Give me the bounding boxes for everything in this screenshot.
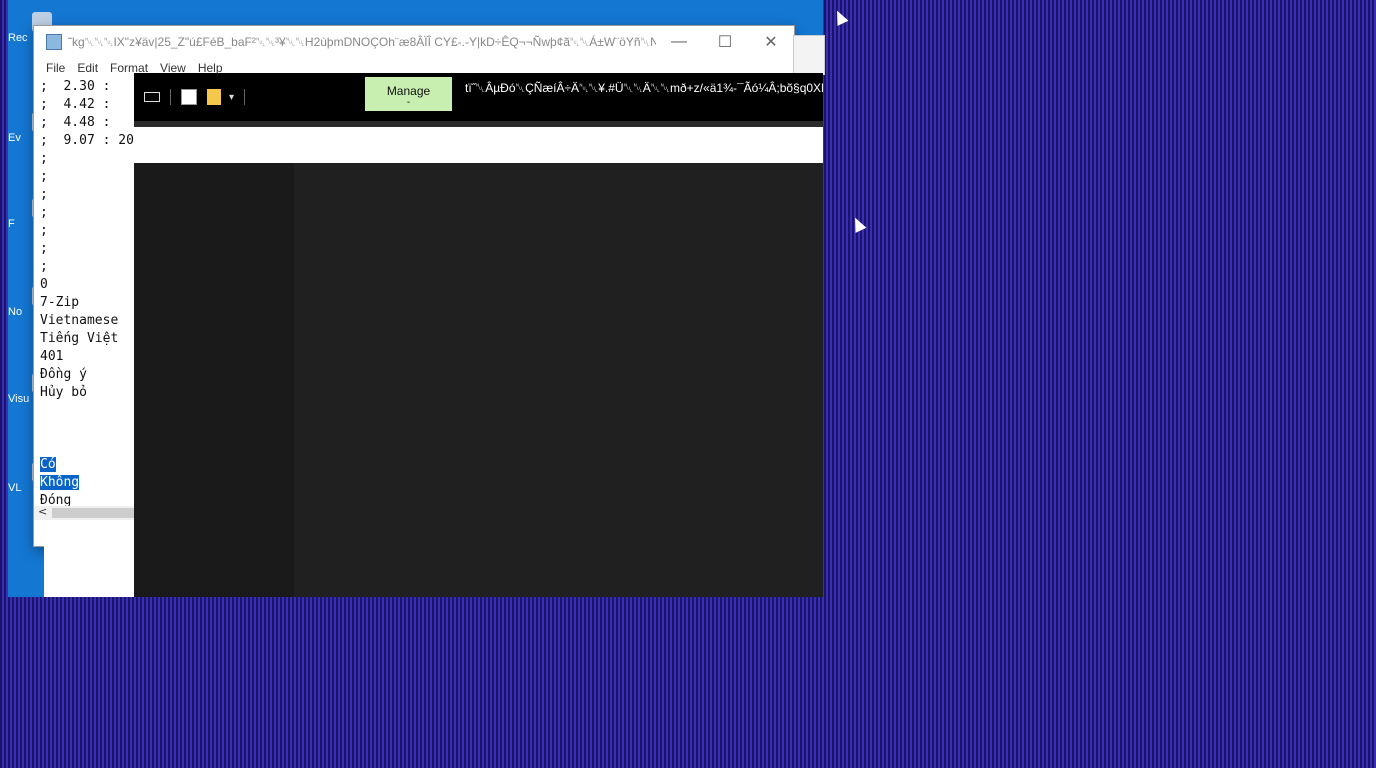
text-line: ;	[40, 151, 48, 166]
text-line: ;	[40, 169, 48, 184]
mouse-cursor-icon	[831, 8, 849, 26]
text-line: Không	[40, 474, 136, 492]
text-line: Tiếng Việt	[40, 331, 119, 346]
text-line: ;	[40, 187, 48, 202]
tab-manage[interactable]: Manage -	[365, 77, 452, 111]
new-folder-icon[interactable]	[207, 89, 221, 105]
desktop-icon-label: F	[8, 218, 15, 230]
chevron-down-icon[interactable]: ▾	[229, 92, 234, 103]
selected-text: Không	[40, 475, 80, 490]
text-line: 401	[40, 349, 64, 364]
menu-file[interactable]: File	[40, 58, 71, 78]
desktop-icon-label: VL	[8, 482, 22, 494]
background-window[interactable]	[793, 35, 825, 75]
scroll-thumb[interactable]	[52, 508, 135, 518]
text-line: ​	[40, 438, 136, 456]
text-line: ; 9.07 : 20	[40, 133, 134, 148]
desktop-icon-label: Visu	[8, 393, 30, 405]
minimize-button[interactable]: —	[656, 33, 702, 51]
properties-icon[interactable]	[181, 89, 197, 105]
mouse-cursor-icon	[849, 215, 867, 233]
text-line: ​	[40, 402, 136, 420]
text-line: ; 4.48 :	[40, 115, 111, 130]
text-line: 7-Zip	[40, 295, 80, 310]
background-window-fragment	[44, 545, 134, 597]
manage-sub: -	[406, 97, 411, 108]
maximize-button[interactable]: ☐	[702, 32, 748, 52]
text-line: ;	[40, 205, 48, 220]
close-button[interactable]: ✕	[748, 32, 794, 52]
text-line: ;	[40, 259, 48, 274]
notepad-icon	[46, 34, 62, 50]
content-pane[interactable]	[294, 163, 823, 597]
desktop-icon-label: Ev	[8, 132, 21, 144]
text-line: ;	[40, 241, 48, 256]
explorer-window[interactable]: ▾ Manage - tï˝␀ÂµÐó␀ÇÑæíÂ÷Ä␀␀¥.#Ü␀␀Ä␀␀mð…	[134, 73, 823, 597]
text-line: Đồng ý	[40, 367, 87, 382]
notepad-text-area[interactable]: ; 2.30 : ; 4.42 : ; 4.48 : ; 9.07 : 20;;;;;…	[40, 78, 136, 510]
text-line: ;	[40, 223, 48, 238]
separator	[170, 89, 171, 105]
text-line: Có	[40, 456, 136, 474]
navigation-pane[interactable]	[134, 163, 294, 597]
notepad-title: ˜kg␀␀␀IX"z¥äv|25_Z"ú£FéB_baF²␀␀³¥␀␀H2ùþm…	[68, 34, 656, 49]
selected-text: Có	[40, 457, 56, 472]
text-line: Hủy bỏ	[40, 385, 87, 400]
text-line: Vietnamese	[40, 313, 119, 328]
menu-edit[interactable]: Edit	[71, 58, 104, 78]
text-line: 0	[40, 277, 48, 292]
text-line: ; 4.42 :	[40, 97, 111, 112]
desktop-icon-label: No	[8, 306, 23, 318]
horizontal-scrollbar[interactable]: <	[34, 505, 135, 520]
ribbon-bar: ▾ Manage - tï˝␀ÂµÐó␀ÇÑæíÂ÷Ä␀␀¥.#Ü␀␀Ä␀␀mð…	[134, 73, 823, 121]
text-line: ; 2.30 :	[40, 79, 111, 94]
text-line: ​	[40, 420, 136, 438]
notepad-title-bar[interactable]: ˜kg␀␀␀IX"z¥äv|25_Z"ú£FéB_baF²␀␀³¥␀␀H2ùþm…	[34, 26, 794, 58]
scroll-left-icon[interactable]: <	[38, 505, 47, 518]
separator	[244, 89, 246, 105]
address-bar[interactable]	[134, 127, 823, 164]
quick-access-toolbar: ▾	[134, 73, 246, 121]
window-title: tï˝␀ÂµÐó␀ÇÑæíÂ÷Ä␀␀¥.#Ü␀␀Ä␀␀mð+z/«ä1¾-¯Ãó…	[465, 81, 823, 95]
desktop-icon-label: Rec	[8, 32, 28, 44]
drive-icon[interactable]	[144, 92, 160, 102]
